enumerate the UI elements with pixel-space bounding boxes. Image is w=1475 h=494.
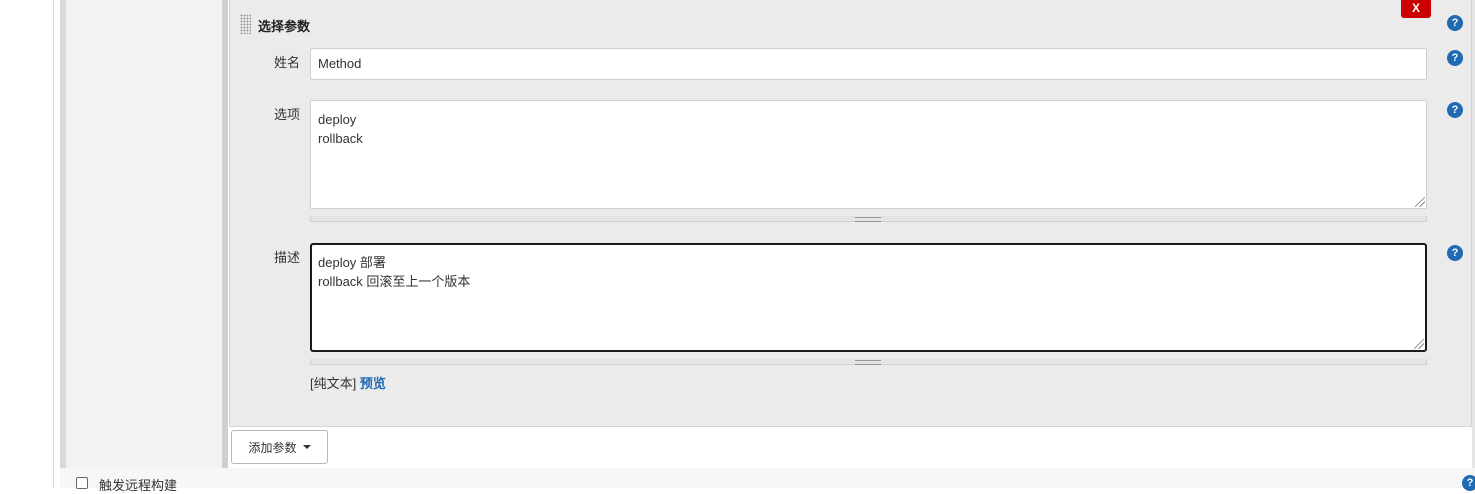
resize-grip-icon[interactable] [1415, 197, 1425, 207]
description-textarea-value: deploy 部署 rollback 回滚至上一个版本 [318, 255, 471, 289]
drag-handle-icon[interactable] [240, 14, 251, 34]
description-help-icon[interactable]: ? [1447, 245, 1463, 261]
description-expand-bar[interactable] [310, 359, 1427, 365]
expand-grip-icon [855, 217, 881, 222]
preview-link[interactable]: 预览 [360, 376, 386, 391]
add-parameter-label: 添加参数 [248, 440, 297, 455]
option-row [60, 468, 1475, 488]
choices-textarea-value: deploy rollback [318, 112, 363, 146]
choices-textarea[interactable]: deploy rollback [310, 100, 1427, 209]
choices-expand-bar[interactable] [310, 216, 1427, 222]
resize-grip-icon[interactable] [1414, 339, 1424, 349]
remote-trigger-checkbox[interactable] [76, 477, 88, 489]
add-parameter-button[interactable]: 添加参数 [231, 430, 328, 464]
choices-label: 选项 [273, 107, 300, 122]
plain-text-label: [纯文本] [310, 376, 357, 391]
markup-format-line: [纯文本] 预览 [310, 373, 386, 392]
help-icon[interactable]: ? [1447, 15, 1463, 31]
caret-down-icon [302, 445, 311, 449]
name-help-icon[interactable]: ? [1447, 50, 1463, 66]
name-label: 姓名 [273, 55, 300, 70]
delete-parameter-button[interactable]: X [1401, 0, 1431, 18]
expand-grip-icon [855, 360, 881, 365]
remote-trigger-label: 触发远程构建 [99, 478, 178, 493]
name-input[interactable]: Method [310, 48, 1427, 80]
description-textarea[interactable]: deploy 部署 rollback 回滚至上一个版本 [310, 243, 1427, 352]
description-label: 描述 [273, 250, 300, 265]
choices-help-icon[interactable]: ? [1447, 102, 1463, 118]
remote-trigger-help-icon[interactable]: ? [1462, 475, 1475, 491]
left-divider [53, 0, 54, 488]
name-input-value: Method [318, 56, 362, 71]
section-title: 选择参数 [258, 19, 311, 34]
outer-indent-column [60, 0, 228, 468]
inner-indent-bar [222, 0, 228, 468]
